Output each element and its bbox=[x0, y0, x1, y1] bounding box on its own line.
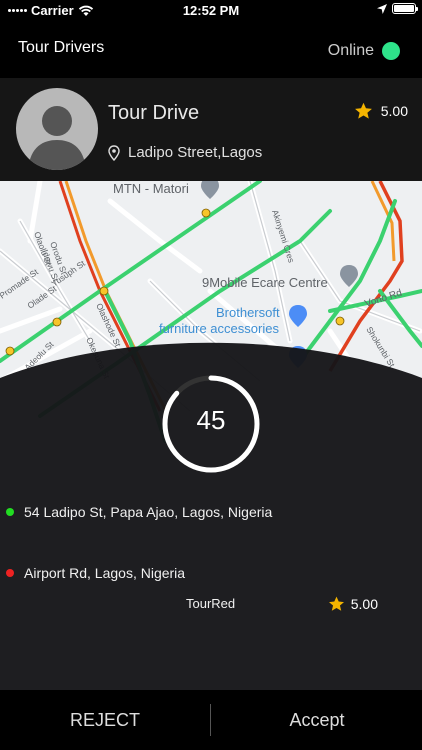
passenger-rating: 5.00 bbox=[328, 596, 378, 612]
person-silhouette-icon bbox=[28, 106, 86, 170]
reject-button[interactable]: REJECT bbox=[0, 690, 210, 750]
poi-label: Brothersoft bbox=[216, 305, 280, 320]
dropoff-row: Airport Rd, Lagos, Nigeria bbox=[6, 565, 185, 581]
driver-rating: 5.00 bbox=[354, 102, 408, 120]
pickup-address: 54 Ladipo St, Papa Ajao, Lagos, Nigeria bbox=[24, 504, 273, 520]
street-label: Shokunbi St bbox=[364, 325, 397, 370]
avatar[interactable] bbox=[16, 88, 98, 170]
dropoff-address: Airport Rd, Lagos, Nigeria bbox=[24, 565, 186, 581]
online-status-dot bbox=[382, 42, 400, 60]
online-label: Online bbox=[327, 42, 374, 59]
clock: 12:52 PM bbox=[182, 3, 240, 18]
online-toggle[interactable]: Online bbox=[328, 42, 400, 60]
poi-label: furniture accessories bbox=[159, 321, 279, 336]
status-bar: Carrier 12:52 PM bbox=[0, 0, 422, 22]
passenger-rating-value: 5.00 bbox=[350, 596, 378, 612]
driver-name: Tour Drive bbox=[108, 102, 200, 124]
pickup-dot bbox=[6, 508, 14, 516]
poi-label: 9Mobile Ecare Centre bbox=[202, 275, 328, 290]
driver-location: Ladipo Street,Lagos bbox=[108, 144, 262, 161]
divider bbox=[210, 704, 211, 736]
poi-label: MTN - Matori bbox=[113, 181, 189, 196]
action-bar: REJECT Accept bbox=[0, 690, 422, 750]
passenger-name: TourRed bbox=[186, 596, 236, 611]
accept-button[interactable]: Accept bbox=[212, 690, 422, 750]
battery-icon bbox=[392, 3, 418, 14]
page-title: Tour Drivers bbox=[18, 39, 105, 56]
driver-location-label: Ladipo Street,Lagos bbox=[128, 144, 263, 161]
driver-rating-value: 5.00 bbox=[380, 103, 408, 119]
driver-card: Tour Drive Ladipo Street,Lagos 5.00 bbox=[0, 78, 422, 181]
pickup-row: 54 Ladipo St, Papa Ajao, Lagos, Nigeria bbox=[6, 504, 272, 520]
map-pin-icon bbox=[108, 144, 120, 161]
nav-bar: Tour Drivers Online bbox=[0, 22, 422, 78]
countdown-value: 45 bbox=[196, 405, 226, 435]
star-icon bbox=[354, 102, 372, 119]
dropoff-dot bbox=[6, 569, 14, 577]
status-right bbox=[377, 3, 418, 14]
location-arrow-icon bbox=[377, 3, 387, 14]
star-icon bbox=[328, 596, 344, 611]
